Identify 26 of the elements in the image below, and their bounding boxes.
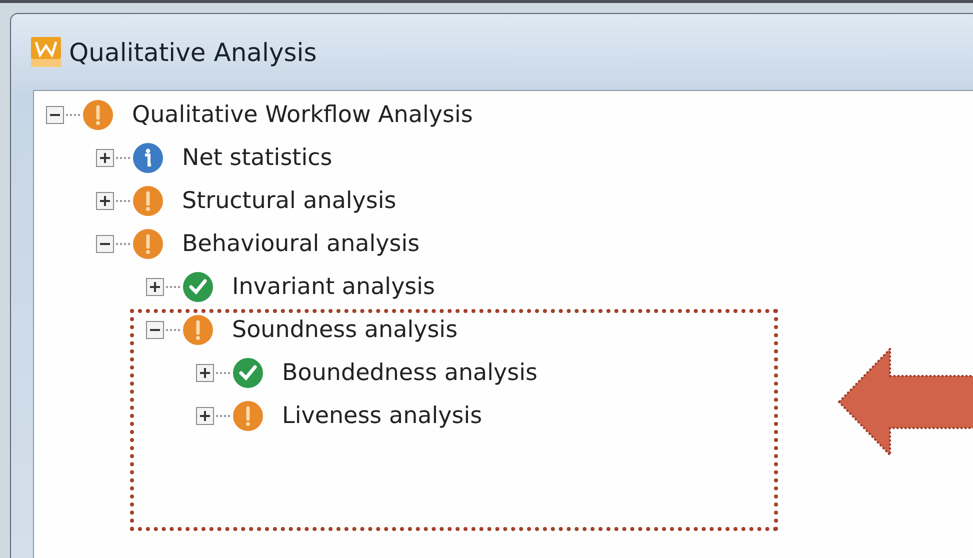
tree-item-label[interactable]: Invariant analysis [232,274,436,300]
expand-icon[interactable] [146,278,164,296]
expand-icon[interactable] [196,364,214,382]
warning-icon [232,400,264,432]
collapse-icon[interactable] [46,106,64,124]
window-title: Qualitative Analysis [69,38,317,66]
expand-icon[interactable] [96,148,114,166]
tree-item-label[interactable]: Behavioural analysis [182,230,420,256]
tree-item-label[interactable]: Qualitative Workflow Analysis [132,102,473,128]
collapse-icon[interactable] [146,320,164,338]
tree-item-label[interactable]: Boundedness analysis [282,360,538,386]
warning-icon [82,98,114,130]
checkmark-icon [182,270,214,302]
warning-icon [132,228,164,260]
tree-item-label[interactable]: Net statistics [182,144,332,170]
tree-item-label[interactable]: Liveness analysis [282,402,482,428]
app-logo-icon [31,37,61,67]
warning-icon [132,184,164,216]
collapse-icon[interactable] [96,234,114,252]
checkmark-icon [232,356,264,388]
tree-item-label[interactable]: Soundness analysis [232,316,458,342]
expand-icon[interactable] [196,406,214,424]
warning-icon [182,314,214,346]
info-icon [132,142,164,174]
expand-icon[interactable] [96,192,114,210]
tree-item-label[interactable]: Structural analysis [182,188,396,214]
